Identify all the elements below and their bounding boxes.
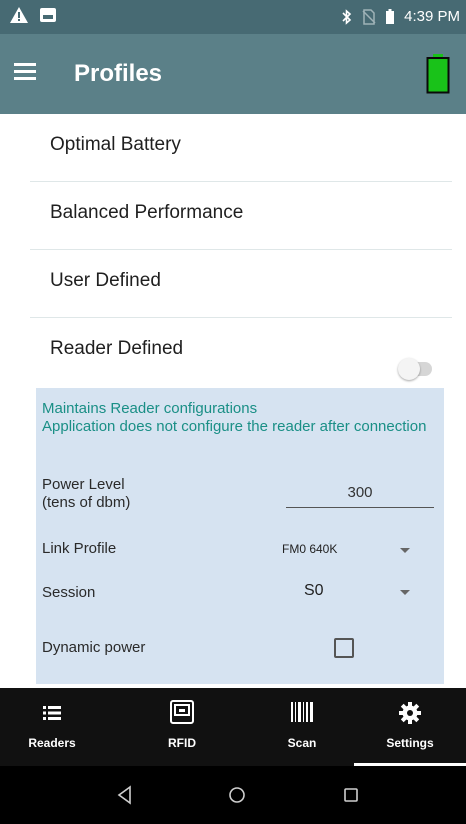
chevron-down-icon[interactable] — [400, 548, 410, 553]
page-title: Profiles — [74, 60, 163, 87]
nav-item-settings[interactable]: Settings — [372, 688, 448, 766]
dynamic-power-checkbox[interactable] — [334, 638, 354, 658]
power-level-input[interactable]: 300 — [286, 484, 434, 508]
panel-description: Maintains Reader configurations Applicat… — [42, 400, 438, 436]
reader-defined-toggle[interactable] — [398, 358, 432, 380]
rfid-icon — [170, 700, 194, 724]
home-icon[interactable] — [226, 784, 248, 806]
app-bar: Profiles — [0, 34, 466, 114]
gear-icon — [399, 702, 421, 724]
warning-icon — [10, 7, 28, 23]
link-profile-label: Link Profile — [42, 540, 117, 557]
session-label: Session — [42, 584, 96, 601]
battery-full-icon — [426, 54, 450, 94]
profiles-list: Optimal Battery Balanced Performance Use… — [30, 114, 452, 392]
link-profile-select[interactable]: FM0 640K — [282, 542, 337, 556]
image-icon — [40, 8, 56, 22]
system-navigation-bar — [0, 766, 466, 824]
chevron-down-icon[interactable] — [400, 590, 410, 595]
nav-item-rfid[interactable]: RFID — [154, 688, 210, 766]
profile-label: Balanced Performance — [50, 202, 244, 223]
power-level-unit-line: (tens of dbm) — [42, 494, 131, 511]
back-icon[interactable] — [114, 784, 136, 806]
profile-balanced-performance[interactable]: Balanced Performance — [30, 182, 452, 250]
power-level-label: Power Level (tens of dbm) — [42, 476, 130, 512]
status-bar: 4:39 PM — [0, 0, 466, 34]
description-line: Maintains Reader configurations — [42, 400, 258, 417]
bottom-navigation: Readers RFID Scan Settings — [0, 688, 466, 766]
recents-icon[interactable] — [340, 784, 362, 806]
nav-item-scan[interactable]: Scan — [274, 688, 330, 766]
toggle-knob — [398, 358, 420, 380]
session-select[interactable]: S0 — [304, 582, 324, 600]
clock: 4:39 PM — [404, 8, 460, 25]
profile-user-defined[interactable]: User Defined — [30, 250, 452, 318]
barcode-icon — [291, 702, 313, 722]
list-icon — [43, 706, 61, 720]
profile-optimal-battery[interactable]: Optimal Battery — [30, 114, 452, 182]
battery-icon — [386, 9, 395, 24]
nav-label: Settings — [386, 736, 434, 750]
profile-reader-defined[interactable]: Reader Defined — [30, 318, 452, 392]
profile-label: User Defined — [50, 270, 161, 291]
profile-label: Optimal Battery — [50, 134, 181, 155]
power-level-label-line: Power Level — [42, 476, 125, 493]
profile-label: Reader Defined — [50, 338, 184, 359]
nav-item-readers[interactable]: Readers — [20, 688, 84, 766]
menu-icon[interactable] — [14, 63, 36, 81]
bluetooth-icon — [342, 8, 352, 25]
dynamic-power-label: Dynamic power — [42, 639, 146, 656]
nav-label: Readers — [28, 736, 76, 750]
description-line: Application does not configure the reade… — [42, 418, 427, 435]
nav-label: RFID — [168, 736, 196, 750]
no-sim-icon — [362, 8, 376, 25]
reader-settings-panel: Maintains Reader configurations Applicat… — [36, 388, 444, 684]
nav-label: Scan — [287, 736, 317, 750]
